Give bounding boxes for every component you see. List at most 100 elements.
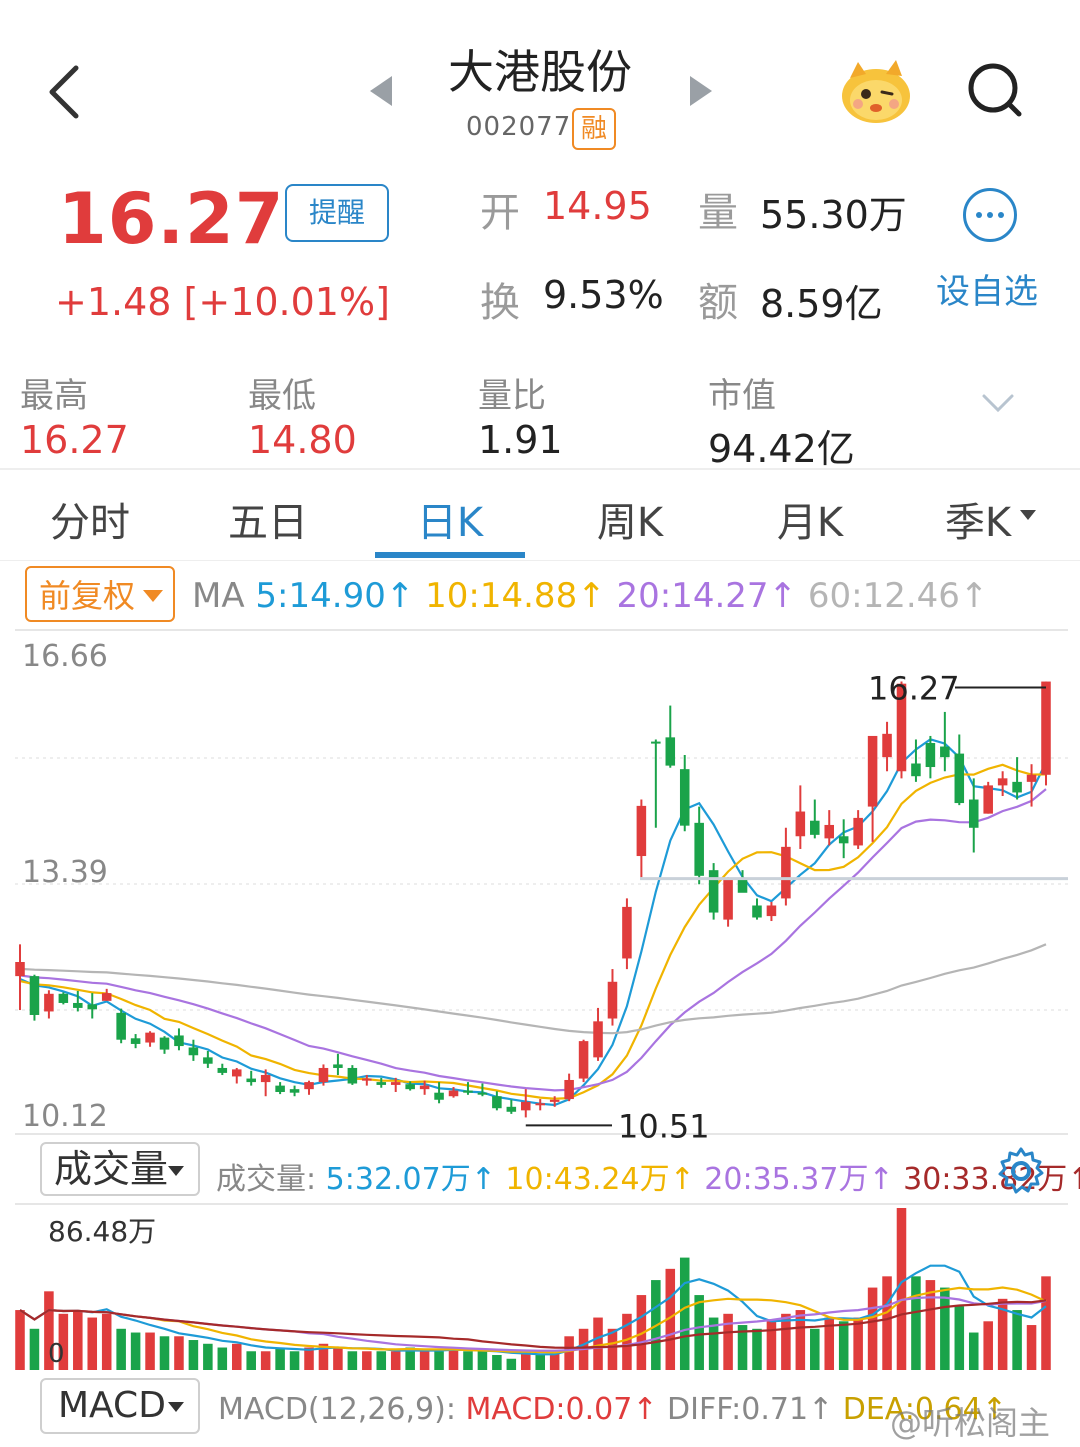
volume-bar (838, 1321, 849, 1370)
tab-quarterly-k[interactable]: 季K (928, 490, 1028, 548)
ma10-value: 10:14.88↑ (425, 576, 606, 616)
stat-value-high: 16.27 (20, 418, 129, 462)
volume-bar (1041, 1276, 1051, 1370)
vol-ma5: 5:32.07万↑ (325, 1162, 496, 1197)
volume-bar (968, 1332, 979, 1370)
dropdown-arrow-icon (168, 1166, 184, 1176)
candle (564, 1073, 574, 1102)
ma-legend: MA 5:14.90↑ 10:14.88↑ 20:14.27↑ 60:12.46… (192, 576, 988, 616)
candle (15, 944, 25, 1011)
volume-zero-label: 0 (48, 1339, 65, 1369)
volume-bar (593, 1317, 603, 1370)
volume-bar (87, 1317, 98, 1370)
candle (333, 1053, 343, 1076)
volume-bar (145, 1332, 155, 1370)
ma60-value: 60:12.46↑ (807, 576, 989, 616)
y-axis-label-bottom: 10.12 (22, 1099, 108, 1134)
macd-value: MACD:0.07↑ (465, 1392, 658, 1427)
next-stock-icon[interactable] (690, 76, 712, 106)
candle (535, 1099, 545, 1111)
settings-gear-icon[interactable] (996, 1146, 1046, 1196)
stat-label-high: 最高 (20, 376, 88, 416)
alert-button[interactable]: 提醒 (285, 184, 389, 242)
candle (231, 1067, 242, 1084)
candle (983, 781, 993, 814)
adjust-label: 前复权 (39, 577, 136, 615)
margin-trading-badge: 融 (572, 108, 616, 150)
volume-bar (231, 1343, 242, 1370)
diff-value: DIFF:0.71↑ (667, 1392, 834, 1427)
volume-bar (289, 1351, 300, 1370)
volume-bar (954, 1306, 965, 1370)
divider (0, 560, 1080, 561)
candle (1012, 757, 1022, 800)
chevron-down-icon[interactable] (980, 392, 1016, 416)
candle (636, 799, 647, 878)
volume-bar (130, 1332, 141, 1370)
tab-intraday[interactable]: 分时 (30, 490, 150, 548)
volume-bar (492, 1355, 502, 1370)
candle (275, 1082, 285, 1095)
candle (159, 1036, 170, 1054)
candle (723, 877, 733, 927)
candle (954, 734, 965, 806)
macd-params: MACD(12,26,9): (218, 1392, 456, 1427)
tab-daily-k[interactable]: 日K (390, 490, 510, 548)
candle (188, 1039, 199, 1061)
add-watchlist-button[interactable]: 设自选 (936, 264, 1038, 313)
active-tab-indicator (375, 552, 525, 558)
volume-bar (463, 1351, 473, 1370)
candle (521, 1089, 531, 1118)
candle (622, 898, 632, 970)
volume-bar (101, 1313, 112, 1370)
ma20-line (19, 788, 1047, 1092)
candle (203, 1051, 213, 1068)
volume-chart[interactable]: 0 (0, 1200, 1080, 1376)
ma5-line (19, 738, 1047, 1107)
volume-legend-label: 成交量: (216, 1162, 317, 1197)
vol-ma10: 10:43.24万↑ (505, 1162, 695, 1197)
volume-bar (116, 1328, 126, 1370)
mascot-icon[interactable] (836, 56, 916, 126)
candle (781, 827, 791, 906)
indicator-dropdown-volume[interactable]: 成交量 (40, 1142, 200, 1196)
volume-bar (29, 1328, 40, 1370)
candle (29, 974, 40, 1021)
indicator-dropdown-macd[interactable]: MACD (40, 1378, 200, 1434)
ma20-value: 20:14.27↑ (616, 576, 798, 616)
tab-dropdown-icon[interactable] (1020, 510, 1036, 520)
candle (882, 721, 892, 772)
adjust-dropdown[interactable]: 前复权 (25, 566, 175, 622)
search-icon[interactable] (965, 58, 1025, 122)
turnover-value: 9.53% (543, 273, 664, 317)
tab-weekly-k[interactable]: 周K (570, 490, 690, 548)
candle (679, 755, 690, 832)
candle (246, 1070, 256, 1086)
tab-five-day[interactable]: 五日 (208, 490, 328, 548)
macd-legend: MACD(12,26,9): MACD:0.07↑ DIFF:0.71↑ DEA… (218, 1392, 1007, 1427)
volume-bar (333, 1347, 343, 1370)
candle (44, 990, 54, 1019)
candle (853, 810, 863, 849)
stat-label-volume-ratio: 量比 (478, 376, 546, 416)
stock-code: 002077 (466, 112, 572, 142)
volume-bar (882, 1276, 892, 1370)
tab-monthly-k[interactable]: 月K (750, 490, 870, 548)
candle (101, 988, 112, 1001)
candle (708, 863, 719, 920)
volume-bar (911, 1276, 921, 1370)
volume-bar (260, 1351, 271, 1370)
volume-max-label: 86.48万 (48, 1215, 157, 1248)
high-price-annotation: 16.27 (868, 670, 960, 708)
candle (867, 735, 878, 842)
stat-value-low: 14.80 (248, 418, 357, 462)
volume-bar (376, 1351, 387, 1370)
candle (766, 901, 777, 922)
more-icon[interactable] (963, 188, 1017, 242)
candlestick-chart[interactable]: 16.66 13.39 10.12 16.27 10.51 (0, 628, 1080, 1138)
volume-value: 55.30万 (760, 193, 907, 237)
volume-bar (217, 1347, 228, 1370)
candle (752, 898, 762, 920)
volume-bar (347, 1351, 358, 1370)
candle (737, 870, 748, 893)
